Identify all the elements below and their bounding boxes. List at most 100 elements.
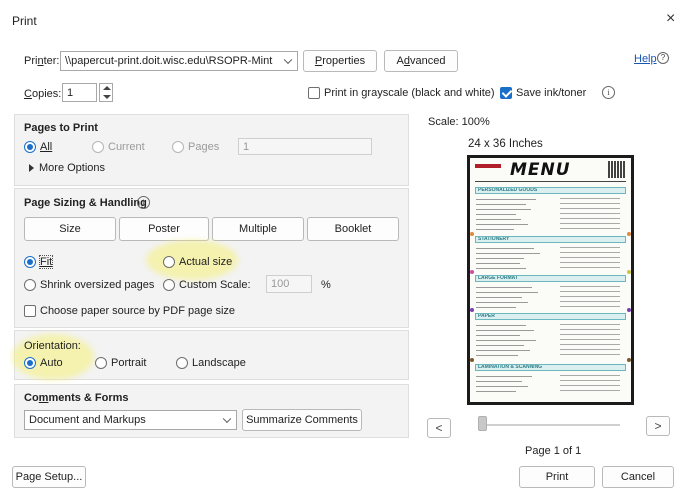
fit-radio[interactable]: [24, 256, 36, 268]
comments-select[interactable]: Document and Markups: [24, 410, 237, 430]
info-icon[interactable]: i: [602, 86, 615, 99]
page-setup-button[interactable]: Page Setup...: [12, 466, 86, 488]
grayscale-label: Print in grayscale (black and white): [324, 87, 495, 99]
summarize-comments-button[interactable]: Summarize Comments: [242, 409, 362, 431]
logo-mark: [475, 164, 501, 168]
menu-price-column: [560, 324, 620, 358]
paper-source-checkbox[interactable]: [24, 305, 36, 317]
help-icon[interactable]: ?: [657, 52, 669, 64]
menu-section-heading: PERSONALIZED GOODS: [475, 187, 626, 194]
shrink-radio[interactable]: [24, 279, 36, 291]
printer-select[interactable]: \\papercut-print.doit.wisc.edu\RSOPR-Min…: [60, 51, 298, 71]
sizing-info-icon[interactable]: i: [137, 196, 150, 209]
page-sizing-title: Page Sizing & Handling: [24, 197, 147, 209]
properties-button[interactable]: Properties: [303, 50, 377, 72]
help-link[interactable]: Help: [634, 53, 657, 65]
actual-size-label: Actual size: [179, 256, 233, 268]
all-pages-radio[interactable]: [24, 141, 36, 153]
cancel-button[interactable]: Cancel: [602, 466, 674, 488]
page-scrollbar-thumb[interactable]: [478, 416, 487, 431]
menu-row: [476, 325, 526, 326]
scale-label: Scale: 100%: [428, 116, 490, 128]
menu-section-heading: STATIONERY: [475, 236, 626, 243]
page-scrollbar-track[interactable]: [480, 424, 620, 426]
copies-input[interactable]: 1: [62, 83, 97, 102]
percent-label: %: [321, 279, 331, 291]
menu-header-rule: [475, 181, 626, 182]
copies-value: 1: [67, 86, 74, 99]
menu-title: MENU: [510, 160, 571, 180]
menu-row: [476, 219, 521, 220]
orientation-portrait-label: Portrait: [111, 357, 147, 369]
menu-row: [476, 381, 522, 382]
next-page-button[interactable]: >: [646, 416, 670, 436]
copies-stepper[interactable]: [99, 83, 113, 102]
pages-radio[interactable]: [172, 141, 184, 153]
page-preview: MENU PERSONALIZED GOODS STATIONERY LARGE…: [467, 155, 634, 405]
orientation-title: Orientation:: [24, 340, 81, 352]
comments-select-value: Document and Markups: [29, 414, 146, 426]
orientation-auto-label: Auto: [40, 357, 63, 369]
menu-page: MENU PERSONALIZED GOODS STATIONERY LARGE…: [470, 158, 631, 402]
orientation-landscape-radio[interactable]: [176, 357, 188, 369]
menu-side-dot: [470, 232, 474, 236]
printer-label: Printer:: [24, 55, 60, 67]
menu-price-column: [560, 198, 620, 232]
advanced-button[interactable]: Ad vanced: [384, 50, 458, 72]
tab-size[interactable]: Size: [24, 217, 116, 241]
more-options-triangle-icon[interactable]: [29, 164, 34, 172]
menu-price-column: [560, 375, 620, 395]
current-page-radio[interactable]: [92, 141, 104, 153]
orientation-landscape-label: Landscape: [192, 357, 246, 369]
close-icon[interactable]: ×: [666, 10, 675, 28]
pages-range-value: 1: [243, 140, 250, 153]
print-button[interactable]: Print: [519, 466, 595, 488]
menu-price-column: [560, 286, 620, 310]
menu-side-dot: [627, 358, 631, 362]
menu-section-heading: LAMINATION & SCANNING: [475, 364, 626, 371]
stepper-down-icon[interactable]: [103, 95, 111, 99]
menu-row: [476, 204, 526, 205]
custom-scale-radio[interactable]: [163, 279, 175, 291]
menu-row: [476, 224, 528, 225]
orientation-auto-radio[interactable]: [24, 357, 36, 369]
current-page-label: Current: [108, 141, 145, 153]
menu-row: [476, 263, 520, 264]
menu-side-dot: [627, 232, 631, 236]
tab-booklet[interactable]: Booklet: [307, 217, 399, 241]
chevron-down-icon: [283, 55, 293, 65]
save-ink-checkbox[interactable]: [500, 87, 512, 99]
menu-row: [476, 330, 534, 331]
menu-row: [476, 229, 514, 230]
menu-row: [476, 292, 538, 293]
printer-value: \\papercut-print.doit.wisc.edu\RSOPR-Min…: [65, 55, 273, 67]
menu-row: [476, 302, 528, 303]
tab-multiple[interactable]: Multiple: [212, 217, 304, 241]
menu-row: [476, 340, 536, 341]
prev-page-button[interactable]: <: [427, 418, 451, 438]
menu-row: [476, 287, 532, 288]
custom-scale-value: 100: [271, 278, 290, 290]
copies-label: Copies:: [24, 88, 62, 100]
grayscale-checkbox[interactable]: [308, 87, 320, 99]
paper-source-label: Choose paper source by PDF page size: [40, 305, 236, 317]
menu-side-dot: [470, 308, 474, 312]
chevron-left-icon: <: [435, 421, 443, 435]
shrink-label: Shrink oversized pages: [40, 279, 155, 291]
more-options-toggle[interactable]: More Options: [39, 162, 105, 174]
qr-code: [608, 161, 625, 178]
menu-row: [476, 248, 534, 249]
tab-poster[interactable]: Poster: [119, 217, 209, 241]
page-status: Page 1 of 1: [525, 445, 582, 457]
stepper-up-icon[interactable]: [103, 86, 111, 90]
orientation-portrait-radio[interactable]: [95, 357, 107, 369]
save-ink-label: Save ink/toner: [516, 87, 587, 99]
menu-row: [476, 199, 536, 200]
custom-scale-input[interactable]: 100: [266, 275, 312, 293]
menu-row: [476, 355, 518, 356]
pages-range-input[interactable]: 1: [238, 138, 372, 155]
menu-section-heading: PAPER: [475, 313, 626, 320]
menu-row: [476, 214, 516, 215]
actual-size-radio[interactable]: [163, 256, 175, 268]
menu-row: [476, 297, 522, 298]
